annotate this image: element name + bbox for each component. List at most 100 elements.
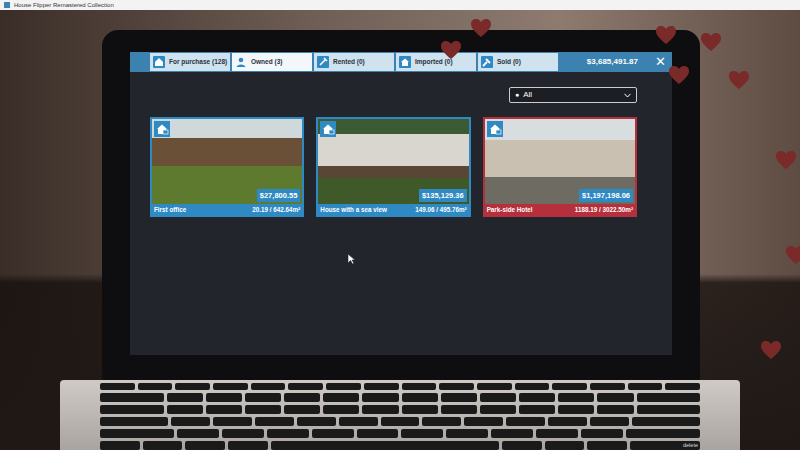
key[interactable] <box>581 429 623 438</box>
property-card[interactable]: $135,129.36House with a sea view149.06 /… <box>316 117 470 217</box>
key[interactable] <box>312 429 354 438</box>
key[interactable] <box>480 405 516 414</box>
key[interactable] <box>401 429 443 438</box>
key[interactable] <box>587 441 627 450</box>
key[interactable] <box>284 393 320 402</box>
key[interactable] <box>364 383 399 390</box>
key[interactable] <box>339 417 378 426</box>
property-card[interactable]: $1,197,198.06Park-side Hotel 1188.19 / 30… <box>483 117 637 217</box>
key[interactable] <box>255 417 294 426</box>
space-key[interactable] <box>271 441 499 450</box>
key[interactable] <box>177 429 219 438</box>
key[interactable] <box>402 393 438 402</box>
key[interactable] <box>362 405 398 414</box>
key[interactable] <box>626 429 700 438</box>
key[interactable] <box>284 405 320 414</box>
key[interactable] <box>100 441 140 450</box>
key[interactable] <box>558 393 594 402</box>
key[interactable] <box>665 383 700 390</box>
close-button[interactable]: ✕ <box>648 53 672 71</box>
room-scene: For purchase (128) Owned (3) Rented (0)Imp… <box>0 10 800 450</box>
property-list: $27,800.55First office20.19 / 642.64m²$1… <box>150 117 637 217</box>
key[interactable] <box>213 417 252 426</box>
owner-icon <box>235 56 247 68</box>
key[interactable] <box>439 383 474 390</box>
key[interactable] <box>100 429 174 438</box>
property-area: 1188.19 / 3022.50m² <box>575 205 633 214</box>
key[interactable] <box>143 441 183 450</box>
key[interactable] <box>213 383 248 390</box>
key[interactable] <box>175 383 210 390</box>
key[interactable] <box>519 393 555 402</box>
key[interactable] <box>422 417 461 426</box>
key[interactable] <box>632 417 700 426</box>
delete-key[interactable]: delete <box>630 441 700 450</box>
key[interactable] <box>357 429 399 438</box>
property-name: Park-side Hotel <box>487 205 533 214</box>
property-photo: $1,197,198.06 <box>485 119 635 204</box>
key[interactable] <box>100 405 164 414</box>
key[interactable] <box>167 405 203 414</box>
key[interactable] <box>267 429 309 438</box>
key[interactable] <box>326 383 361 390</box>
tab-label: Owned (3) <box>251 57 282 67</box>
key[interactable] <box>597 393 633 402</box>
listing-tab[interactable]: Imported (0) <box>396 53 476 71</box>
key[interactable] <box>515 383 550 390</box>
key[interactable] <box>637 393 701 402</box>
key[interactable] <box>637 405 701 414</box>
filter-dropdown[interactable]: ●All <box>509 87 637 103</box>
key-row <box>100 393 700 402</box>
key[interactable] <box>222 429 264 438</box>
key[interactable] <box>323 405 359 414</box>
listing-tab[interactable]: For purchase (128) <box>150 53 230 71</box>
mouse-cursor-icon <box>347 253 356 265</box>
key[interactable] <box>185 441 225 450</box>
key[interactable] <box>502 441 542 450</box>
listing-tab[interactable]: Owned (3) <box>232 53 312 71</box>
title-bar: House Flipper Remastered Collection <box>0 0 800 10</box>
key[interactable] <box>597 405 633 414</box>
key[interactable] <box>480 393 516 402</box>
key[interactable] <box>519 405 555 414</box>
key[interactable] <box>206 405 242 414</box>
key[interactable] <box>545 441 585 450</box>
key[interactable] <box>167 393 203 402</box>
key[interactable] <box>362 393 398 402</box>
key[interactable] <box>251 383 286 390</box>
key[interactable] <box>100 417 168 426</box>
listing-tab[interactable]: Rented (0) <box>314 53 394 71</box>
key[interactable] <box>446 429 488 438</box>
key[interactable] <box>323 393 359 402</box>
key[interactable] <box>628 383 663 390</box>
key[interactable] <box>228 441 268 450</box>
key[interactable] <box>506 417 545 426</box>
key[interactable] <box>381 417 420 426</box>
property-card[interactable]: $27,800.55First office20.19 / 642.64m² <box>150 117 304 217</box>
key[interactable] <box>552 383 587 390</box>
listing-tab[interactable]: Sold (0) <box>478 53 558 71</box>
key[interactable] <box>441 393 477 402</box>
key[interactable] <box>402 383 437 390</box>
key[interactable] <box>100 383 135 390</box>
key[interactable] <box>245 393 281 402</box>
key[interactable] <box>477 383 512 390</box>
key[interactable] <box>245 405 281 414</box>
key[interactable] <box>297 417 336 426</box>
tab-bar: For purchase (128) Owned (3) Rented (0)Imp… <box>130 52 672 72</box>
key[interactable] <box>441 405 477 414</box>
key[interactable] <box>548 417 587 426</box>
key[interactable] <box>100 393 164 402</box>
key[interactable] <box>590 383 625 390</box>
key[interactable] <box>491 429 533 438</box>
key[interactable] <box>171 417 210 426</box>
key[interactable] <box>558 405 594 414</box>
key[interactable] <box>206 393 242 402</box>
key[interactable] <box>138 383 173 390</box>
key[interactable] <box>536 429 578 438</box>
key[interactable] <box>590 417 629 426</box>
listing-area: ●All $27,800.55First office20.19 / 642.6… <box>130 72 672 217</box>
key[interactable] <box>402 405 438 414</box>
key[interactable] <box>464 417 503 426</box>
key[interactable] <box>288 383 323 390</box>
